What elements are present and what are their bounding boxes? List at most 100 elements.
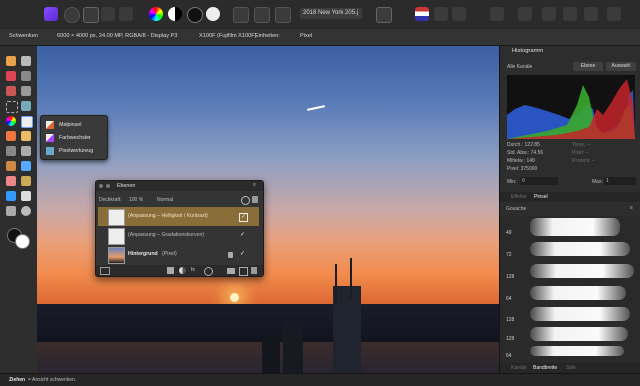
minimize-icon[interactable] bbox=[106, 184, 110, 188]
snapping-icon[interactable] bbox=[563, 7, 577, 21]
smudge-icon[interactable] bbox=[6, 161, 16, 171]
visibility-checkbox[interactable]: ✓ bbox=[239, 251, 246, 258]
brush-stroke[interactable] bbox=[530, 346, 624, 356]
layer-row[interactable]: (Anpassung – Helligkeit / Kontrast) ✓ bbox=[98, 207, 259, 226]
min-field[interactable]: 0 bbox=[520, 177, 558, 185]
max-field[interactable]: 1 bbox=[604, 177, 636, 185]
lock-icon[interactable] bbox=[252, 196, 258, 203]
mask-icon[interactable] bbox=[167, 267, 174, 274]
document-tab[interactable]: 2018 New York 205.j bbox=[300, 8, 362, 19]
marquee-icon[interactable] bbox=[6, 101, 18, 113]
close-icon[interactable] bbox=[99, 184, 103, 188]
opacity-value[interactable]: 100 % bbox=[129, 197, 143, 203]
pen-icon[interactable] bbox=[6, 206, 16, 216]
refine-selection-icon[interactable] bbox=[275, 7, 291, 23]
paint-brush-icon[interactable] bbox=[21, 116, 33, 128]
flag-icon[interactable] bbox=[415, 7, 429, 21]
black-white-icon[interactable] bbox=[187, 7, 203, 23]
stamp-icon[interactable] bbox=[21, 146, 31, 156]
brush-stroke[interactable] bbox=[530, 307, 630, 321]
channel-dropdown[interactable]: Alle Kanäle bbox=[507, 64, 532, 70]
text-icon[interactable] bbox=[21, 191, 31, 201]
brush-size: 128 bbox=[506, 274, 515, 280]
dodge-icon[interactable] bbox=[6, 131, 16, 141]
color-wheel-icon[interactable] bbox=[149, 7, 163, 21]
brush-stroke[interactable] bbox=[530, 242, 630, 256]
adjustment-icon[interactable] bbox=[179, 267, 186, 274]
fill-icon[interactable] bbox=[21, 101, 31, 111]
tab-brushes[interactable]: Pinsel bbox=[534, 194, 548, 200]
stat-median: Mittelw.: 149 bbox=[507, 158, 535, 164]
brush-toolbar-icon[interactable] bbox=[490, 7, 504, 21]
clone-icon[interactable] bbox=[6, 146, 16, 156]
popover-item-farbwechsler[interactable]: Farbwechsler bbox=[45, 133, 105, 143]
shape-icon[interactable] bbox=[6, 191, 16, 201]
studio-icon[interactable] bbox=[584, 7, 598, 21]
tab-layer[interactable]: Ebene bbox=[573, 62, 603, 71]
secondary-color-swatch[interactable] bbox=[15, 234, 30, 249]
liquify-persona-icon[interactable] bbox=[64, 7, 80, 23]
visibility-checkbox[interactable]: ✓ bbox=[239, 232, 246, 239]
move-icon[interactable] bbox=[21, 56, 31, 66]
tab-styles[interactable]: Stile bbox=[566, 365, 576, 371]
selection-toolbar-icon[interactable] bbox=[233, 7, 249, 23]
affinity-logo-icon[interactable] bbox=[44, 7, 58, 21]
magic-wand-icon[interactable] bbox=[21, 86, 31, 96]
quick-mask-icon[interactable] bbox=[254, 7, 270, 23]
gradient-icon[interactable] bbox=[6, 116, 16, 126]
blur-icon[interactable] bbox=[21, 161, 31, 171]
brush-menu-icon[interactable]: ≡ bbox=[630, 205, 633, 211]
tab-navigator[interactable]: Bandbreite bbox=[533, 365, 557, 371]
settings-icon[interactable] bbox=[241, 196, 250, 205]
brush-stroke[interactable] bbox=[530, 264, 634, 278]
levels-icon[interactable] bbox=[168, 7, 182, 21]
brush-category-dropdown[interactable]: Gouache bbox=[506, 206, 526, 212]
layers-stack-icon[interactable] bbox=[100, 267, 110, 275]
live-filter-icon[interactable] bbox=[204, 267, 213, 276]
tone-mapping-persona-icon[interactable] bbox=[101, 7, 115, 21]
eraser-icon[interactable] bbox=[6, 176, 16, 186]
white-balance-icon[interactable] bbox=[206, 7, 220, 21]
view-icon[interactable] bbox=[21, 71, 31, 81]
layer-row[interactable]: Hintergrund (Pixel) ✓ bbox=[98, 245, 259, 264]
assistant-icon[interactable] bbox=[434, 7, 448, 21]
lock-icon[interactable] bbox=[228, 252, 233, 258]
visibility-checkbox[interactable]: ✓ bbox=[239, 213, 248, 222]
airplane-trail bbox=[306, 105, 326, 111]
pencil-icon[interactable] bbox=[21, 131, 31, 141]
layer-row[interactable]: (Anpassung – Gradationskurven) ✓ bbox=[98, 226, 259, 245]
menu-icon[interactable]: ≡ bbox=[253, 182, 256, 188]
view-mode-icon[interactable] bbox=[376, 7, 392, 23]
popover-item-malpinsel[interactable]: Malpinsel bbox=[45, 120, 105, 130]
stat-percent: Prozent: – bbox=[572, 158, 595, 164]
export-persona-icon[interactable] bbox=[119, 7, 133, 21]
develop-persona-icon[interactable] bbox=[83, 7, 99, 23]
brush-list: 49 72 128 64 128 128 64 bbox=[500, 216, 640, 361]
stat-pixel-right: Pixel: – bbox=[572, 150, 589, 156]
trash-icon[interactable] bbox=[251, 267, 257, 274]
tab-effects[interactable]: Effekte bbox=[511, 194, 526, 200]
align-icon[interactable] bbox=[542, 7, 556, 21]
hand-icon[interactable] bbox=[6, 56, 16, 66]
brushes-tabbar: Effekte Pinsel bbox=[500, 192, 640, 202]
tab-selection[interactable]: Auswahl bbox=[606, 62, 636, 71]
brush-stroke[interactable] bbox=[530, 218, 620, 236]
add-layer-icon[interactable] bbox=[239, 267, 248, 276]
fx-icon[interactable]: fx bbox=[191, 267, 198, 274]
brush-stroke[interactable] bbox=[530, 286, 626, 300]
brush-tools-popover: Malpinsel Farbwechsler Pixelwerkzeug bbox=[40, 115, 108, 160]
brush-selection-icon[interactable] bbox=[6, 86, 16, 96]
zoom-icon[interactable] bbox=[21, 206, 31, 216]
arrange-icon[interactable] bbox=[518, 7, 532, 21]
folder-icon[interactable] bbox=[227, 268, 235, 274]
window-icon[interactable] bbox=[607, 7, 621, 21]
units-dropdown[interactable]: Pixel bbox=[300, 33, 312, 39]
blend-mode-dropdown[interactable]: Normal bbox=[157, 197, 173, 203]
tab-channels[interactable]: Kanäle bbox=[511, 365, 527, 371]
popover-item-pixelwerkzeug[interactable]: Pixelwerkzeug bbox=[45, 146, 105, 156]
heal-icon[interactable] bbox=[21, 176, 31, 186]
color-picker-icon[interactable] bbox=[452, 7, 466, 21]
color-picker-icon[interactable] bbox=[6, 71, 16, 81]
adjustment-thumbnail bbox=[108, 209, 125, 226]
brush-stroke[interactable] bbox=[530, 327, 628, 341]
